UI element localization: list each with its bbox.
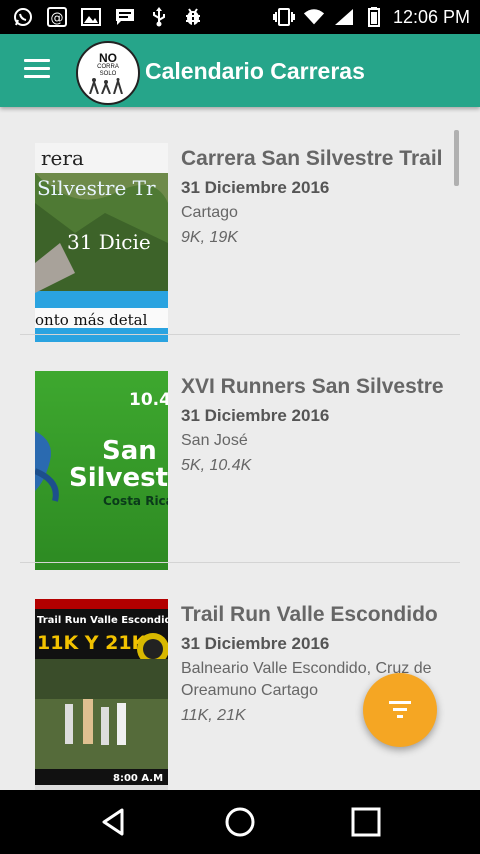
- filter-icon: [389, 701, 411, 718]
- vibrate-icon: [272, 6, 295, 28]
- race-date: 31 Diciembre 2016: [181, 406, 330, 425]
- page-title: Calendario Carreras: [145, 58, 365, 84]
- android-debug-icon: [182, 6, 204, 28]
- race-info: XVI Runners San Silvestre 31 Diciembre 2…: [181, 373, 460, 477]
- race-card[interactable]: 10.4 San Silvestre Costa Rica XVI Runner…: [20, 335, 460, 570]
- notification-icons: @: [12, 6, 204, 28]
- runners-silhouette-icon: [89, 78, 123, 94]
- back-icon[interactable]: [98, 806, 130, 838]
- race-thumbnail: rera Silvestre Tr 31 Dicie onto más deta…: [35, 143, 168, 342]
- race-title: Trail Run Valle Escondido: [181, 603, 438, 626]
- logo-line-2: CORRA: [97, 64, 119, 70]
- status-bar: @ 12:06 PM: [0, 0, 480, 34]
- race-info: Carrera San Silvestre Trail 31 Diciembre…: [181, 145, 460, 249]
- system-icons: 12:06 PM: [272, 6, 470, 28]
- race-distances: 5K, 10.4K: [181, 457, 252, 474]
- race-location: Cartago: [181, 204, 238, 221]
- race-thumbnail: Trail Run Valle Escondido 11K Y 21K 8:00…: [35, 599, 168, 790]
- app-logo: NO CORRA SOLO: [76, 41, 140, 105]
- thumb-text-4: Costa Rica: [103, 494, 168, 508]
- thumb-text-1: Trail Run Valle Escondido: [37, 615, 168, 626]
- home-icon[interactable]: [224, 806, 256, 838]
- thumb-text-3: Silvestre: [69, 463, 168, 493]
- thumb-text-1: 10.4: [129, 390, 168, 410]
- recents-icon[interactable]: [350, 806, 382, 838]
- thumb-text-2: San: [102, 436, 157, 466]
- filter-button[interactable]: [363, 673, 437, 747]
- thumb-text-3: 8:00 A.M: [113, 773, 163, 784]
- svg-text:@: @: [51, 11, 64, 26]
- race-location: San José: [181, 432, 248, 449]
- image-icon: [80, 6, 102, 28]
- race-card[interactable]: rera Silvestre Tr 31 Dicie onto más deta…: [20, 107, 460, 342]
- race-distances: 9K, 19K: [181, 229, 238, 246]
- race-date: 31 Diciembre 2016: [181, 178, 330, 197]
- race-title: XVI Runners San Silvestre: [181, 375, 444, 398]
- race-thumbnail: 10.4 San Silvestre Costa Rica: [35, 371, 168, 570]
- usb-icon: [148, 6, 170, 28]
- at-sign-icon: @: [46, 6, 68, 28]
- thumb-text-3: 31 Dicie: [67, 230, 151, 254]
- signal-icon: [333, 6, 355, 28]
- message-icon: [114, 6, 136, 28]
- app-bar: NO CORRA SOLO Calendario Carreras: [0, 34, 480, 107]
- thumb-text-1: rera: [41, 146, 84, 170]
- navigation-bar: [0, 790, 480, 854]
- thumb-text-2: 11K Y 21K: [37, 632, 148, 654]
- thumb-text-4: onto más detal: [35, 311, 148, 329]
- clock: 12:06 PM: [392, 6, 470, 27]
- scrollbar[interactable]: [454, 130, 459, 186]
- logo-line-1: NO: [99, 51, 117, 65]
- logo-line-3: SOLO: [99, 71, 117, 77]
- whatsapp-icon: [12, 6, 34, 28]
- race-date: 31 Diciembre 2016: [181, 634, 330, 653]
- wifi-icon: [303, 6, 325, 28]
- thumb-text-2: Silvestre Tr: [37, 176, 156, 200]
- battery-icon: [363, 6, 385, 28]
- race-title: Carrera San Silvestre Trail: [181, 147, 443, 170]
- hamburger-menu-icon[interactable]: [24, 59, 50, 81]
